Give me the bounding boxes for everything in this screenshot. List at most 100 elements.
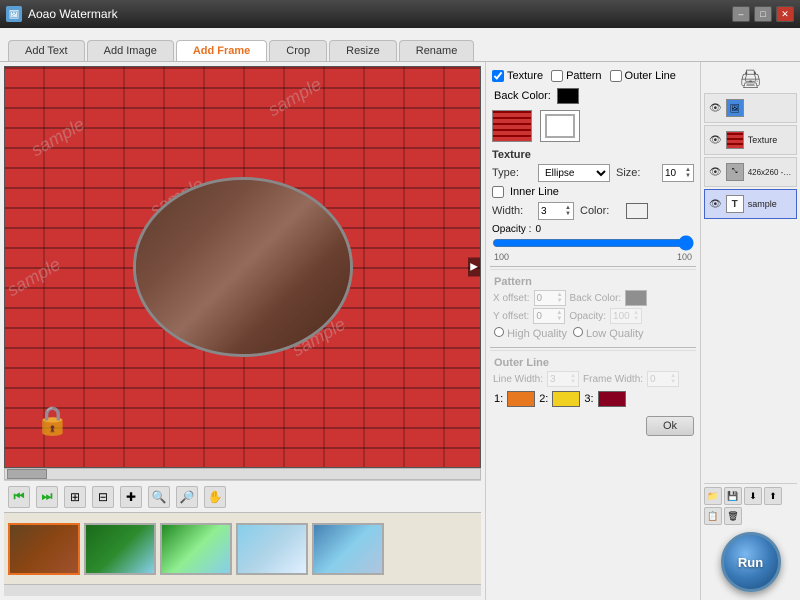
- opacity2-value: 100: [613, 311, 633, 322]
- texture-checkbox[interactable]: [492, 70, 504, 82]
- low-quality-radio[interactable]: [573, 327, 583, 337]
- y-offset-down[interactable]: ▼: [556, 316, 562, 322]
- play-prev-button[interactable]: ⏭: [36, 486, 58, 508]
- filmstrip-item-1[interactable]: [8, 523, 80, 575]
- play-start-button[interactable]: ⏮: [8, 486, 30, 508]
- color3-swatch[interactable]: [598, 391, 626, 407]
- canvas-hscroll-thumb[interactable]: [7, 469, 47, 479]
- filmstrip-hscroll[interactable]: [4, 584, 481, 596]
- hand-tool-button[interactable]: ✋: [204, 486, 226, 508]
- outer-line-checkbox-label[interactable]: Outer Line: [610, 70, 676, 82]
- layer-2-eye[interactable]: 👁: [709, 135, 722, 146]
- size-arrows[interactable]: ▲ ▼: [685, 167, 691, 179]
- size-label: Size:: [616, 167, 656, 179]
- add-button[interactable]: ✚: [120, 486, 142, 508]
- x-offset-down[interactable]: ▼: [557, 298, 563, 304]
- canvas-scroll-right[interactable]: ▶: [468, 258, 480, 277]
- layer-3-eye[interactable]: 👁: [709, 167, 722, 178]
- opacity2-spinner[interactable]: 100 ▲ ▼: [610, 308, 642, 324]
- opacity-min: 0: [535, 224, 541, 235]
- high-quality-label[interactable]: High Quality: [494, 327, 567, 340]
- maximize-button[interactable]: □: [754, 6, 772, 22]
- tab-resize[interactable]: Resize: [329, 40, 397, 61]
- filmstrip-item-4[interactable]: [236, 523, 308, 575]
- line-width-spinner[interactable]: 3 ▲ ▼: [547, 371, 579, 387]
- texture-preview-2[interactable]: [540, 110, 580, 142]
- tab-add-frame[interactable]: Add Frame: [176, 40, 267, 61]
- title-bar-left: 🖼 Aoao Watermark: [6, 6, 118, 22]
- minimize-button[interactable]: –: [732, 6, 750, 22]
- zoom-out-button[interactable]: 🔎: [176, 486, 198, 508]
- layers-panel: 👁 🖼 👁 Texture 👁 ⤡ 426x260 --> 340x208 👁 …: [704, 93, 797, 483]
- layer-item-2[interactable]: 👁 Texture: [704, 125, 797, 155]
- filmstrip-item-2[interactable]: [84, 523, 156, 575]
- zoom-in-button[interactable]: 🔍: [148, 486, 170, 508]
- layer-3-label: 426x260 --> 340x208: [748, 168, 792, 177]
- texture-preview-1[interactable]: [492, 110, 532, 142]
- layer-4-icon: T: [726, 195, 744, 213]
- size-spinner[interactable]: 10 ▲ ▼: [662, 164, 694, 182]
- pattern-checkbox-label[interactable]: Pattern: [551, 70, 601, 82]
- layer-4-eye[interactable]: 👁: [709, 199, 722, 210]
- back-color2-picker[interactable]: [625, 290, 647, 306]
- opacity2-arrows[interactable]: ▲ ▼: [633, 310, 639, 322]
- frame-width-spinner[interactable]: 0 ▲ ▼: [647, 371, 679, 387]
- opacity2-down[interactable]: ▼: [633, 316, 639, 322]
- low-quality-label[interactable]: Low Quality: [573, 327, 644, 340]
- opacity-max: 100: [677, 252, 692, 262]
- color2-swatch[interactable]: [552, 391, 580, 407]
- inner-line-checkbox[interactable]: [492, 186, 504, 198]
- type-select[interactable]: Ellipse Rectangle Diamond: [538, 164, 610, 182]
- tab-add-image[interactable]: Add Image: [87, 40, 174, 61]
- pattern-checkbox[interactable]: [551, 70, 563, 82]
- width-arrows[interactable]: ▲ ▼: [565, 205, 571, 217]
- size-down[interactable]: ▼: [685, 173, 691, 179]
- opacity-slider[interactable]: [492, 237, 694, 249]
- layer-tool-up[interactable]: ⬆: [764, 487, 782, 505]
- run-button[interactable]: Run: [721, 532, 781, 592]
- x-offset-spinner[interactable]: 0 ▲ ▼: [534, 290, 566, 306]
- frame-width-down[interactable]: ▼: [670, 379, 676, 385]
- color-strip: 1: 2: 3:: [492, 388, 694, 410]
- filmstrip-item-3[interactable]: [160, 523, 232, 575]
- ok-button[interactable]: Ok: [646, 416, 694, 436]
- fit-button[interactable]: ⊞: [64, 486, 86, 508]
- far-right-panel: 🖨 👁 🖼 👁 Texture 👁 ⤡ 426x260 --> 340x208: [700, 62, 800, 600]
- canvas-container[interactable]: sample sample sample sample sample 🔒 ▶: [4, 66, 481, 468]
- tab-crop[interactable]: Crop: [269, 40, 327, 61]
- texture-checkbox-label[interactable]: Texture: [492, 70, 543, 82]
- high-quality-radio[interactable]: [494, 327, 504, 337]
- color3-label: 3:: [584, 393, 593, 405]
- frame-width-arrows[interactable]: ▲ ▼: [670, 373, 676, 385]
- filmstrip-item-5[interactable]: [312, 523, 384, 575]
- line-width-arrows[interactable]: ▲ ▼: [570, 373, 576, 385]
- color-label: Color:: [580, 205, 620, 217]
- x-offset-arrows[interactable]: ▲ ▼: [557, 292, 563, 304]
- actual-size-button[interactable]: ⊟: [92, 486, 114, 508]
- width-down[interactable]: ▼: [565, 211, 571, 217]
- layer-item-4[interactable]: 👁 T sample: [704, 189, 797, 219]
- layer-tool-delete[interactable]: 🗑: [724, 507, 742, 525]
- tab-rename[interactable]: Rename: [399, 40, 475, 61]
- line-width-down[interactable]: ▼: [570, 379, 576, 385]
- layer-tool-copy[interactable]: 📋: [704, 507, 722, 525]
- y-offset-spinner[interactable]: 0 ▲ ▼: [533, 308, 565, 324]
- pattern-checkbox-text: Pattern: [566, 70, 601, 82]
- outer-line-checkbox[interactable]: [610, 70, 622, 82]
- opacity2-label: Opacity:: [569, 311, 606, 322]
- color1-swatch[interactable]: [507, 391, 535, 407]
- close-button[interactable]: ✕: [776, 6, 794, 22]
- layer-tool-save[interactable]: 💾: [724, 487, 742, 505]
- back-color-picker[interactable]: [557, 88, 579, 104]
- y-offset-arrows[interactable]: ▲ ▼: [556, 310, 562, 322]
- layer-1-eye[interactable]: 👁: [709, 103, 722, 114]
- layer-item-3[interactable]: 👁 ⤡ 426x260 --> 340x208: [704, 157, 797, 187]
- tab-add-text[interactable]: Add Text: [8, 40, 85, 61]
- canvas-hscroll[interactable]: [4, 468, 481, 480]
- top-icon-row: 🖨: [704, 66, 797, 93]
- layer-tool-down[interactable]: ⬇: [744, 487, 762, 505]
- layer-tool-folder[interactable]: 📁: [704, 487, 722, 505]
- inner-color-picker[interactable]: [626, 203, 648, 219]
- layer-item-1[interactable]: 👁 🖼: [704, 93, 797, 123]
- width-spinner[interactable]: 3 ▲ ▼: [538, 202, 574, 220]
